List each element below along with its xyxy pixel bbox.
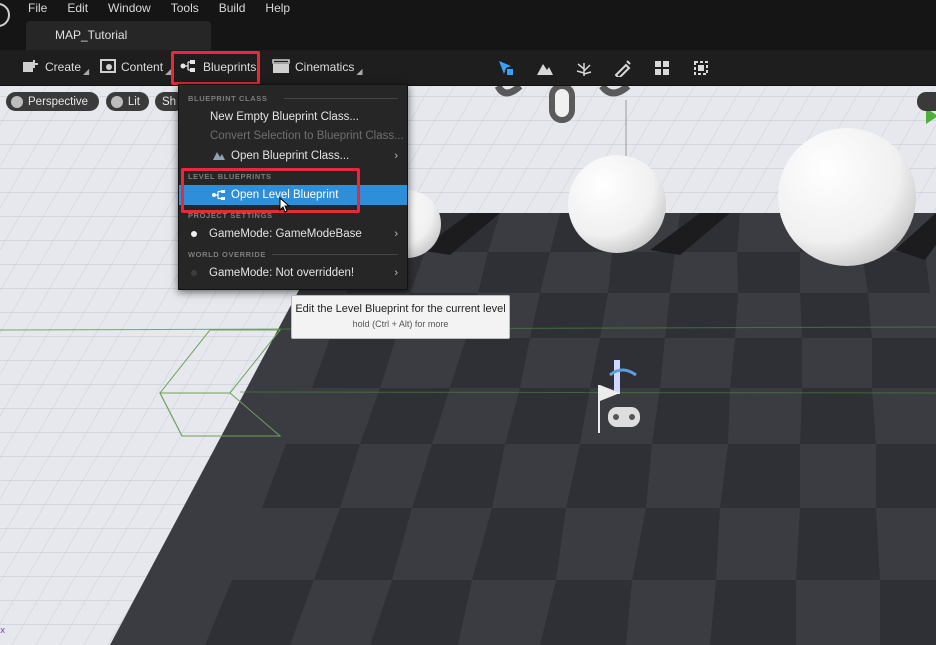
create-button[interactable]: Create ◢: [22, 58, 89, 76]
lit-button[interactable]: Lit: [106, 92, 149, 111]
new-empty-blueprint-label: New Empty Blueprint Class...: [210, 111, 359, 123]
create-label: Create: [45, 60, 82, 74]
level-viewport[interactable]: x: [0, 86, 936, 645]
section-header-blueprint-class: BLUEPRINT CLASS: [188, 94, 268, 103]
gamemode-base-item[interactable]: GameMode: GameModeBase ›: [179, 224, 407, 244]
gamemode-base-label: GameMode: GameModeBase: [209, 228, 362, 240]
chevron-right-icon: ›: [394, 228, 398, 240]
menu-build[interactable]: Build: [219, 1, 246, 15]
mouse-cursor-icon: [279, 197, 291, 213]
main-toolbar: Create ◢ Content ◢ Blueprints Cinematics…: [0, 50, 936, 124]
tooltip-hint: hold (Ctrl + Alt) for more: [352, 319, 449, 329]
unreal-logo-icon[interactable]: [0, 3, 10, 27]
open-level-blueprint-highlight: [181, 168, 360, 213]
mesh-paint-mode-icon[interactable]: [614, 59, 632, 77]
blueprint-class-icon: [212, 150, 226, 162]
show-label: Sh: [162, 95, 177, 108]
sphere-icon: [111, 95, 123, 108]
menu-tools[interactable]: Tools: [171, 1, 199, 15]
viewport-select-button[interactable]: [917, 92, 936, 111]
clapperboard-icon: [272, 58, 290, 77]
new-empty-blueprint-item[interactable]: New Empty Blueprint Class...: [179, 107, 407, 127]
chevron-down-icon: ◢: [83, 66, 90, 76]
foliage-mode-icon[interactable]: [575, 59, 593, 77]
main-menu: File Edit Window Tools Build Help: [28, 1, 310, 15]
bullet-icon: [191, 231, 197, 237]
divider: [284, 98, 398, 99]
select-mode-icon[interactable]: [497, 59, 515, 77]
cube-icon: [11, 95, 23, 108]
cinematics-label: Cinematics: [295, 60, 355, 74]
open-blueprint-class-item[interactable]: Open Blueprint Class... ›: [179, 146, 407, 166]
open-blueprint-class-label: Open Blueprint Class...: [231, 150, 350, 162]
menubar: File Edit Window Tools Build Help MAP_Tu…: [0, 0, 936, 50]
document-tab[interactable]: MAP_Tutorial: [26, 21, 211, 50]
section-header-world-override: WORLD OVERRIDE: [188, 250, 266, 259]
svg-text:x: x: [0, 626, 6, 636]
menu-help[interactable]: Help: [265, 1, 290, 15]
landscape-mode-icon[interactable]: [536, 59, 554, 77]
tooltip-title: Edit the Level Blueprint for the current…: [295, 303, 506, 315]
divider: [272, 254, 398, 255]
chevron-right-icon: ›: [394, 267, 398, 279]
brush-edit-mode-icon[interactable]: [692, 59, 710, 77]
blueprints-highlight: [171, 51, 260, 85]
level-blueprint-tooltip: Edit the Level Blueprint for the current…: [291, 295, 510, 339]
create-icon: [22, 58, 40, 77]
content-button[interactable]: Content ◢: [100, 58, 171, 76]
gamemode-override-item[interactable]: GameMode: Not overridden! ›: [179, 263, 407, 283]
chevron-right-icon: ›: [394, 150, 398, 162]
bullet-icon: [191, 270, 197, 276]
convert-selection-item: Convert Selection to Blueprint Class...: [179, 126, 407, 146]
chevron-down-icon: ◢: [356, 66, 363, 76]
perspective-button[interactable]: Perspective: [6, 92, 99, 111]
fracture-mode-icon[interactable]: [653, 59, 671, 77]
perspective-label: Perspective: [28, 95, 89, 108]
gamemode-override-label: GameMode: Not overridden!: [209, 267, 355, 279]
convert-selection-label: Convert Selection to Blueprint Class...: [210, 130, 404, 142]
cinematics-button[interactable]: Cinematics ◢: [272, 58, 363, 76]
viewport-scene: x: [0, 86, 936, 645]
lit-label: Lit: [127, 95, 140, 108]
menu-file[interactable]: File: [28, 1, 47, 15]
content-label: Content: [121, 60, 164, 74]
content-icon: [100, 58, 116, 77]
menu-window[interactable]: Window: [108, 1, 151, 15]
menu-edit[interactable]: Edit: [67, 1, 88, 15]
